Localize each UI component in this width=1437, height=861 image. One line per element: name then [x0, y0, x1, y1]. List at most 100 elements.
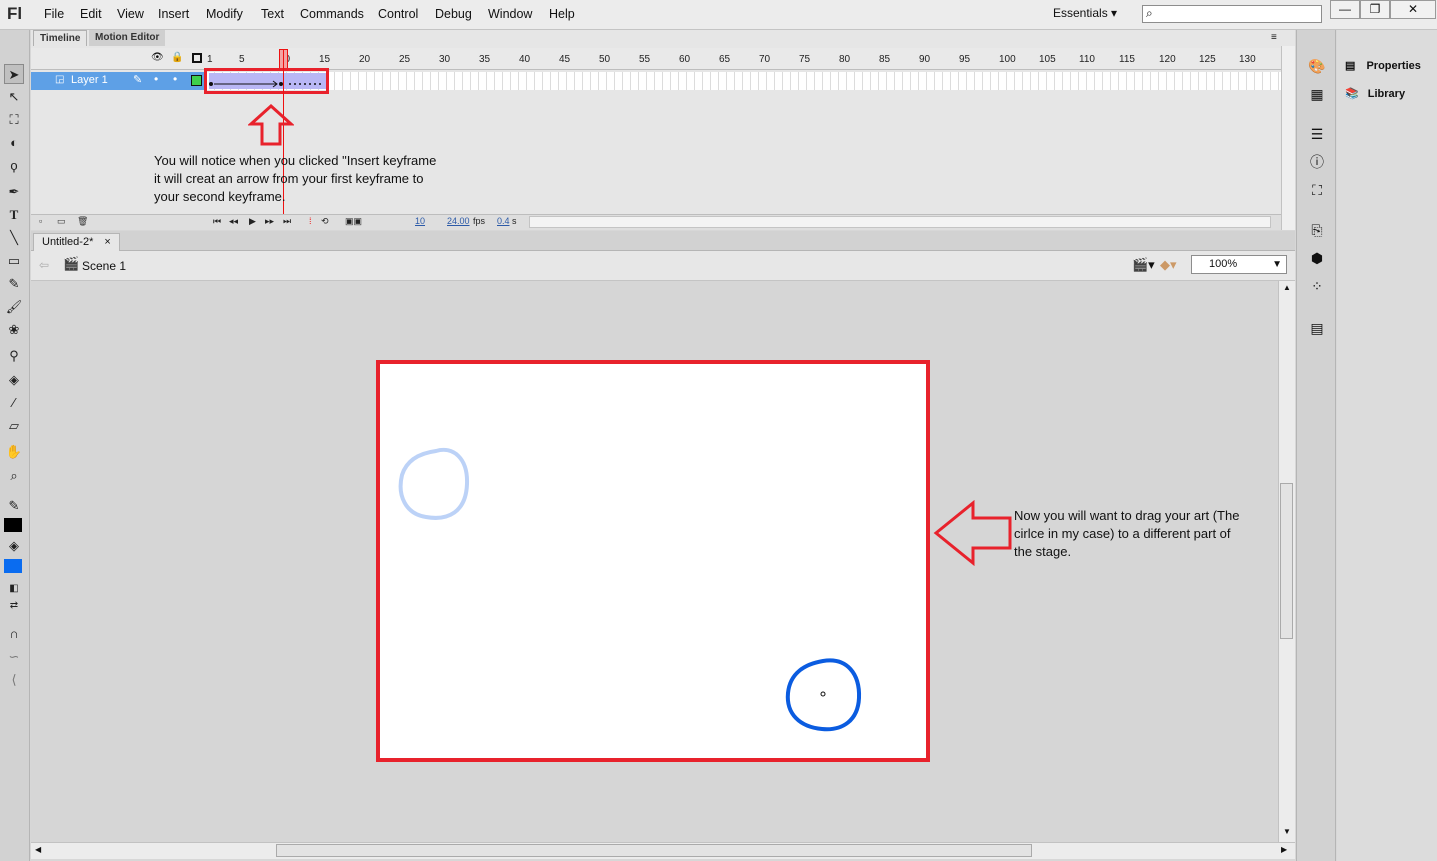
3d-rotation-tool-icon[interactable]: ◐ — [4, 133, 24, 153]
zoom-tool-icon[interactable]: ⌕ — [4, 466, 24, 486]
swatches-panel-icon[interactable]: ▦ — [1307, 84, 1327, 104]
menu-help[interactable]: Help — [549, 7, 575, 21]
stroke-color-icon[interactable]: ✎ — [4, 496, 24, 516]
eraser-tool-icon[interactable]: ▱ — [4, 416, 24, 436]
menu-insert[interactable]: Insert — [158, 7, 189, 21]
menu-text[interactable]: Text — [261, 7, 284, 21]
back-arrow-icon[interactable]: ⇦ — [39, 258, 49, 272]
free-transform-tool-icon[interactable]: ⛶ — [4, 110, 24, 130]
layer-name[interactable]: Layer 1 — [71, 74, 108, 86]
deco-tool-icon[interactable]: ❀ — [4, 320, 24, 340]
scene-name[interactable]: Scene 1 — [82, 259, 126, 273]
frame-grid[interactable] — [207, 72, 1283, 90]
straighten-icon[interactable]: ⟨ — [4, 670, 24, 690]
timeline-vscroll[interactable] — [1281, 46, 1295, 230]
close-tab-icon[interactable]: × — [104, 236, 110, 248]
hscroll-thumb[interactable] — [276, 844, 1032, 857]
eye-icon[interactable]: 👁 — [151, 52, 164, 63]
first-frame-icon[interactable]: ⏮ — [213, 216, 221, 227]
align-panel-icon[interactable]: ☰ — [1307, 124, 1327, 144]
bone-tool-icon[interactable]: ⚲ — [4, 346, 24, 366]
current-frame[interactable]: 10 — [415, 216, 425, 226]
layer-outline-color[interactable] — [191, 75, 202, 86]
eyedropper-tool-icon[interactable]: ⁄ — [4, 393, 24, 413]
vscroll-thumb[interactable] — [1280, 483, 1293, 639]
timeline-hscroll[interactable] — [529, 216, 1271, 228]
line-tool-icon[interactable]: ╲ — [4, 228, 24, 248]
minimize-button[interactable]: — — [1330, 0, 1360, 19]
close-button[interactable]: ✕ — [1390, 0, 1436, 19]
layer-header[interactable]: ◲ Layer 1 ✎ • • — [31, 72, 206, 90]
lock-dot[interactable]: • — [173, 72, 177, 86]
stage-vscroll[interactable]: ▲ ▼ — [1278, 281, 1295, 842]
restore-button[interactable]: ❐ — [1360, 0, 1390, 19]
selection-tool-icon[interactable]: ➤ — [4, 64, 24, 84]
motion-presets-icon[interactable]: ⁘ — [1307, 276, 1327, 296]
menu-file[interactable]: File — [44, 7, 64, 21]
pencil-tool-icon[interactable]: ✎ — [4, 274, 24, 294]
menu-edit[interactable]: Edit — [80, 7, 102, 21]
color-panel-icon[interactable]: 🎨 — [1307, 56, 1327, 76]
zoom-select[interactable]: 100% ▼ — [1191, 255, 1287, 274]
outline-icon[interactable] — [192, 53, 202, 63]
visibility-dot[interactable]: • — [154, 72, 158, 86]
subselection-tool-icon[interactable]: ↖ — [4, 87, 24, 107]
brush-tool-icon[interactable]: 🖌 — [4, 297, 24, 317]
onion-skin-icon[interactable]: ▣▣ — [345, 216, 362, 227]
step-back-icon[interactable]: ◂◂ — [229, 216, 238, 227]
scroll-left-icon[interactable]: ◀ — [35, 845, 41, 854]
library-panel-tab[interactable]: 📚 Library — [1345, 84, 1405, 104]
lock-icon[interactable]: 🔒 — [171, 52, 183, 63]
text-tool-icon[interactable]: T — [4, 205, 24, 225]
lasso-tool-icon[interactable]: ϙ — [4, 156, 24, 176]
tab-timeline[interactable]: Timeline — [33, 30, 88, 46]
frame-number: 25 — [399, 54, 411, 65]
rectangle-tool-icon[interactable]: ▭ — [4, 251, 24, 271]
step-forward-icon[interactable]: ▸▸ — [265, 216, 274, 227]
swap-colors-icon[interactable]: ⇄ — [4, 596, 24, 616]
edit-symbols-icon[interactable]: ◆▾ — [1160, 257, 1177, 273]
scroll-up-icon[interactable]: ▲ — [1283, 283, 1291, 292]
center-frame-icon[interactable]: ⁞ — [309, 216, 312, 226]
frame-rate[interactable]: 24.00 — [447, 216, 470, 226]
smooth-icon[interactable]: ∽ — [4, 647, 24, 667]
layer-row[interactable]: ◲ Layer 1 ✎ • • — [31, 68, 1283, 94]
paint-bucket-tool-icon[interactable]: ◈ — [4, 370, 24, 390]
properties-panel-tab[interactable]: ▤ Properties — [1345, 56, 1421, 76]
tab-motion-editor[interactable]: Motion Editor — [89, 30, 166, 46]
stage[interactable] — [376, 360, 930, 762]
document-tab[interactable]: Untitled-2* × — [33, 233, 120, 251]
hand-tool-icon[interactable]: ✋ — [4, 442, 24, 462]
loop-icon[interactable]: ⟲ — [321, 216, 329, 227]
menu-commands[interactable]: Commands — [300, 7, 364, 21]
last-frame-icon[interactable]: ⏭ — [283, 216, 291, 227]
work-area[interactable]: Now you will want to drag your art (The … — [31, 281, 1278, 842]
pen-tool-icon[interactable]: ✒ — [4, 182, 24, 202]
new-layer-icon[interactable]: ▫ — [39, 216, 42, 226]
code-snippets-icon[interactable]: ⎘ — [1307, 220, 1327, 240]
fill-color-icon[interactable]: ◈ — [4, 536, 24, 556]
stroke-color-swatch[interactable] — [4, 518, 22, 532]
menu-control[interactable]: Control — [378, 7, 418, 21]
menu-view[interactable]: View — [117, 7, 144, 21]
components-panel-icon[interactable]: ⬢ — [1307, 248, 1327, 268]
help-search-input[interactable]: ⌕ — [1142, 5, 1322, 23]
scroll-down-icon[interactable]: ▼ — [1283, 827, 1291, 836]
play-icon[interactable]: ▶ — [249, 216, 256, 227]
snap-to-objects-icon[interactable]: ∩ — [4, 624, 24, 644]
project-panel-icon[interactable]: ▤ — [1307, 318, 1327, 338]
menu-window[interactable]: Window — [488, 7, 532, 21]
fill-color-swatch[interactable] — [4, 559, 22, 573]
menu-debug[interactable]: Debug — [435, 7, 472, 21]
stage-hscroll[interactable]: ◀ ▶ — [31, 842, 1295, 859]
scroll-right-icon[interactable]: ▶ — [1281, 845, 1287, 854]
delete-layer-icon[interactable]: 🗑 — [77, 216, 88, 227]
frame-ruler[interactable]: 👁 🔒 151015202530354045505560657075808590… — [31, 48, 1283, 70]
info-panel-icon[interactable]: ⓘ — [1307, 152, 1327, 172]
menu-modify[interactable]: Modify — [206, 7, 243, 21]
workspace-switcher[interactable]: Essentials ▾ — [1053, 6, 1117, 20]
transform-panel-icon[interactable]: ⛶ — [1307, 180, 1327, 200]
edit-scene-icon[interactable]: 🎬▾ — [1132, 257, 1155, 273]
new-folder-icon[interactable]: ▭ — [57, 216, 66, 227]
panel-menu-icon[interactable]: ≡ — [1271, 32, 1277, 43]
